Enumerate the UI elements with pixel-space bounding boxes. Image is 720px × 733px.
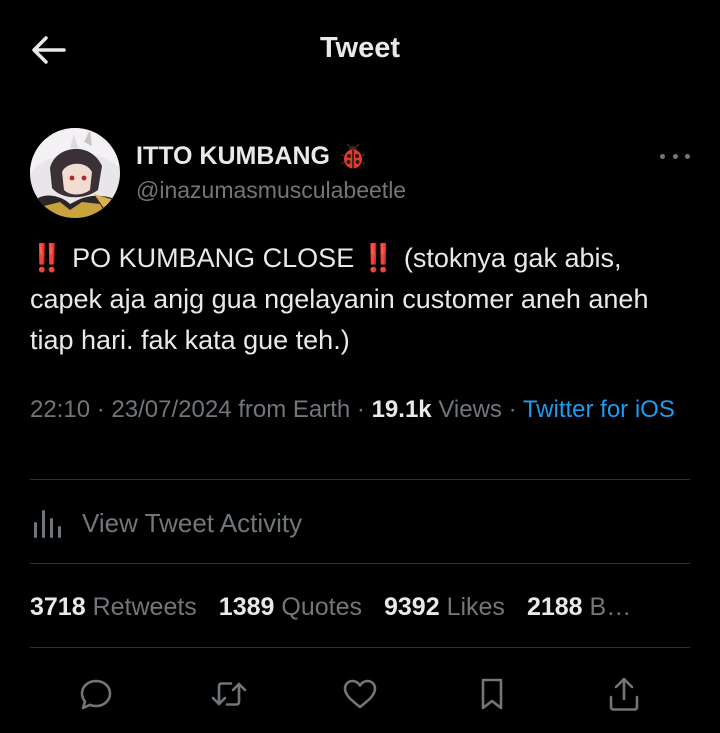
tweet-text-part-1: PO KUMBANG CLOSE xyxy=(72,243,355,273)
avatar[interactable] xyxy=(30,128,120,218)
reply-button[interactable] xyxy=(74,672,118,716)
avatar-image xyxy=(30,128,120,218)
retweets-count: 3718 xyxy=(30,592,86,621)
quotes-stat[interactable]: 1389 Quotes xyxy=(219,593,362,622)
more-options-button[interactable] xyxy=(660,146,690,166)
likes-label: Likes xyxy=(446,592,505,621)
bookmarks-count: 2188 xyxy=(526,592,583,621)
ladybug-icon xyxy=(340,143,366,168)
retweet-icon xyxy=(211,682,247,706)
views-label: Views xyxy=(438,396,502,423)
tweet-text: ‼️ PO KUMBANG CLOSE ‼️ (stoknya gak abis… xyxy=(30,238,690,361)
page-title: Tweet xyxy=(319,32,401,64)
more-dot-icon xyxy=(672,153,678,159)
meta-separator: · xyxy=(508,396,517,423)
view-tweet-activity-button[interactable]: View Tweet Activity xyxy=(30,490,690,556)
heart-icon xyxy=(343,679,377,709)
bookmark-icon xyxy=(481,678,503,710)
double-exclamation-icon: ‼️ xyxy=(361,243,396,273)
views-count: 19.1k xyxy=(371,396,432,423)
divider xyxy=(30,479,690,480)
bookmark-button[interactable] xyxy=(470,672,514,716)
quotes-label: Quotes xyxy=(281,592,362,621)
share-button[interactable] xyxy=(602,672,646,716)
tweet-stats: 3718 Retweets 1389 Quotes 9392 Likes 218… xyxy=(30,584,690,630)
tweet-action-bar xyxy=(0,668,720,720)
bookmarks-label: B… xyxy=(589,592,632,621)
retweets-stat[interactable]: 3718 Retweets xyxy=(30,593,197,622)
double-exclamation-icon: ‼️ xyxy=(30,243,64,273)
activity-label: View Tweet Activity xyxy=(82,507,303,538)
likes-stat[interactable]: 9392 Likes xyxy=(384,593,505,622)
author-handle[interactable]: @inazumasmusculabeetle xyxy=(136,177,406,204)
top-bar: Tweet xyxy=(0,0,720,100)
display-name[interactable]: ITTO KUMBANG xyxy=(136,142,406,171)
share-icon xyxy=(609,677,639,711)
more-dot-icon xyxy=(685,153,690,159)
retweets-label: Retweets xyxy=(92,592,197,621)
analytics-icon xyxy=(34,510,61,538)
tweet-author: ITTO KUMBANG @inazumasmusculabeetle xyxy=(30,128,694,220)
retweet-button[interactable] xyxy=(207,672,251,716)
divider xyxy=(30,647,690,648)
client-link[interactable]: Twitter for iOS xyxy=(523,396,675,423)
reply-icon xyxy=(80,679,112,710)
tweet-time[interactable]: 22:10 xyxy=(30,396,90,423)
tweet-location: from Earth xyxy=(238,396,351,423)
quotes-count: 1389 xyxy=(218,592,275,621)
display-name-text: ITTO KUMBANG xyxy=(136,142,330,170)
like-button[interactable] xyxy=(338,672,382,716)
tweet-meta: 22:10 · 23/07/2024 from Earth · 19.1k Vi… xyxy=(30,394,700,426)
meta-separator: · xyxy=(356,396,365,423)
more-dot-icon xyxy=(660,153,665,159)
tweet-date[interactable]: 23/07/2024 xyxy=(111,396,231,423)
author-names: ITTO KUMBANG @inazumasmusculabeetle xyxy=(136,142,406,204)
divider xyxy=(30,563,690,564)
bookmarks-stat[interactable]: 2188 B… xyxy=(527,593,631,622)
likes-count: 9392 xyxy=(383,592,440,621)
meta-separator: · xyxy=(96,396,105,423)
